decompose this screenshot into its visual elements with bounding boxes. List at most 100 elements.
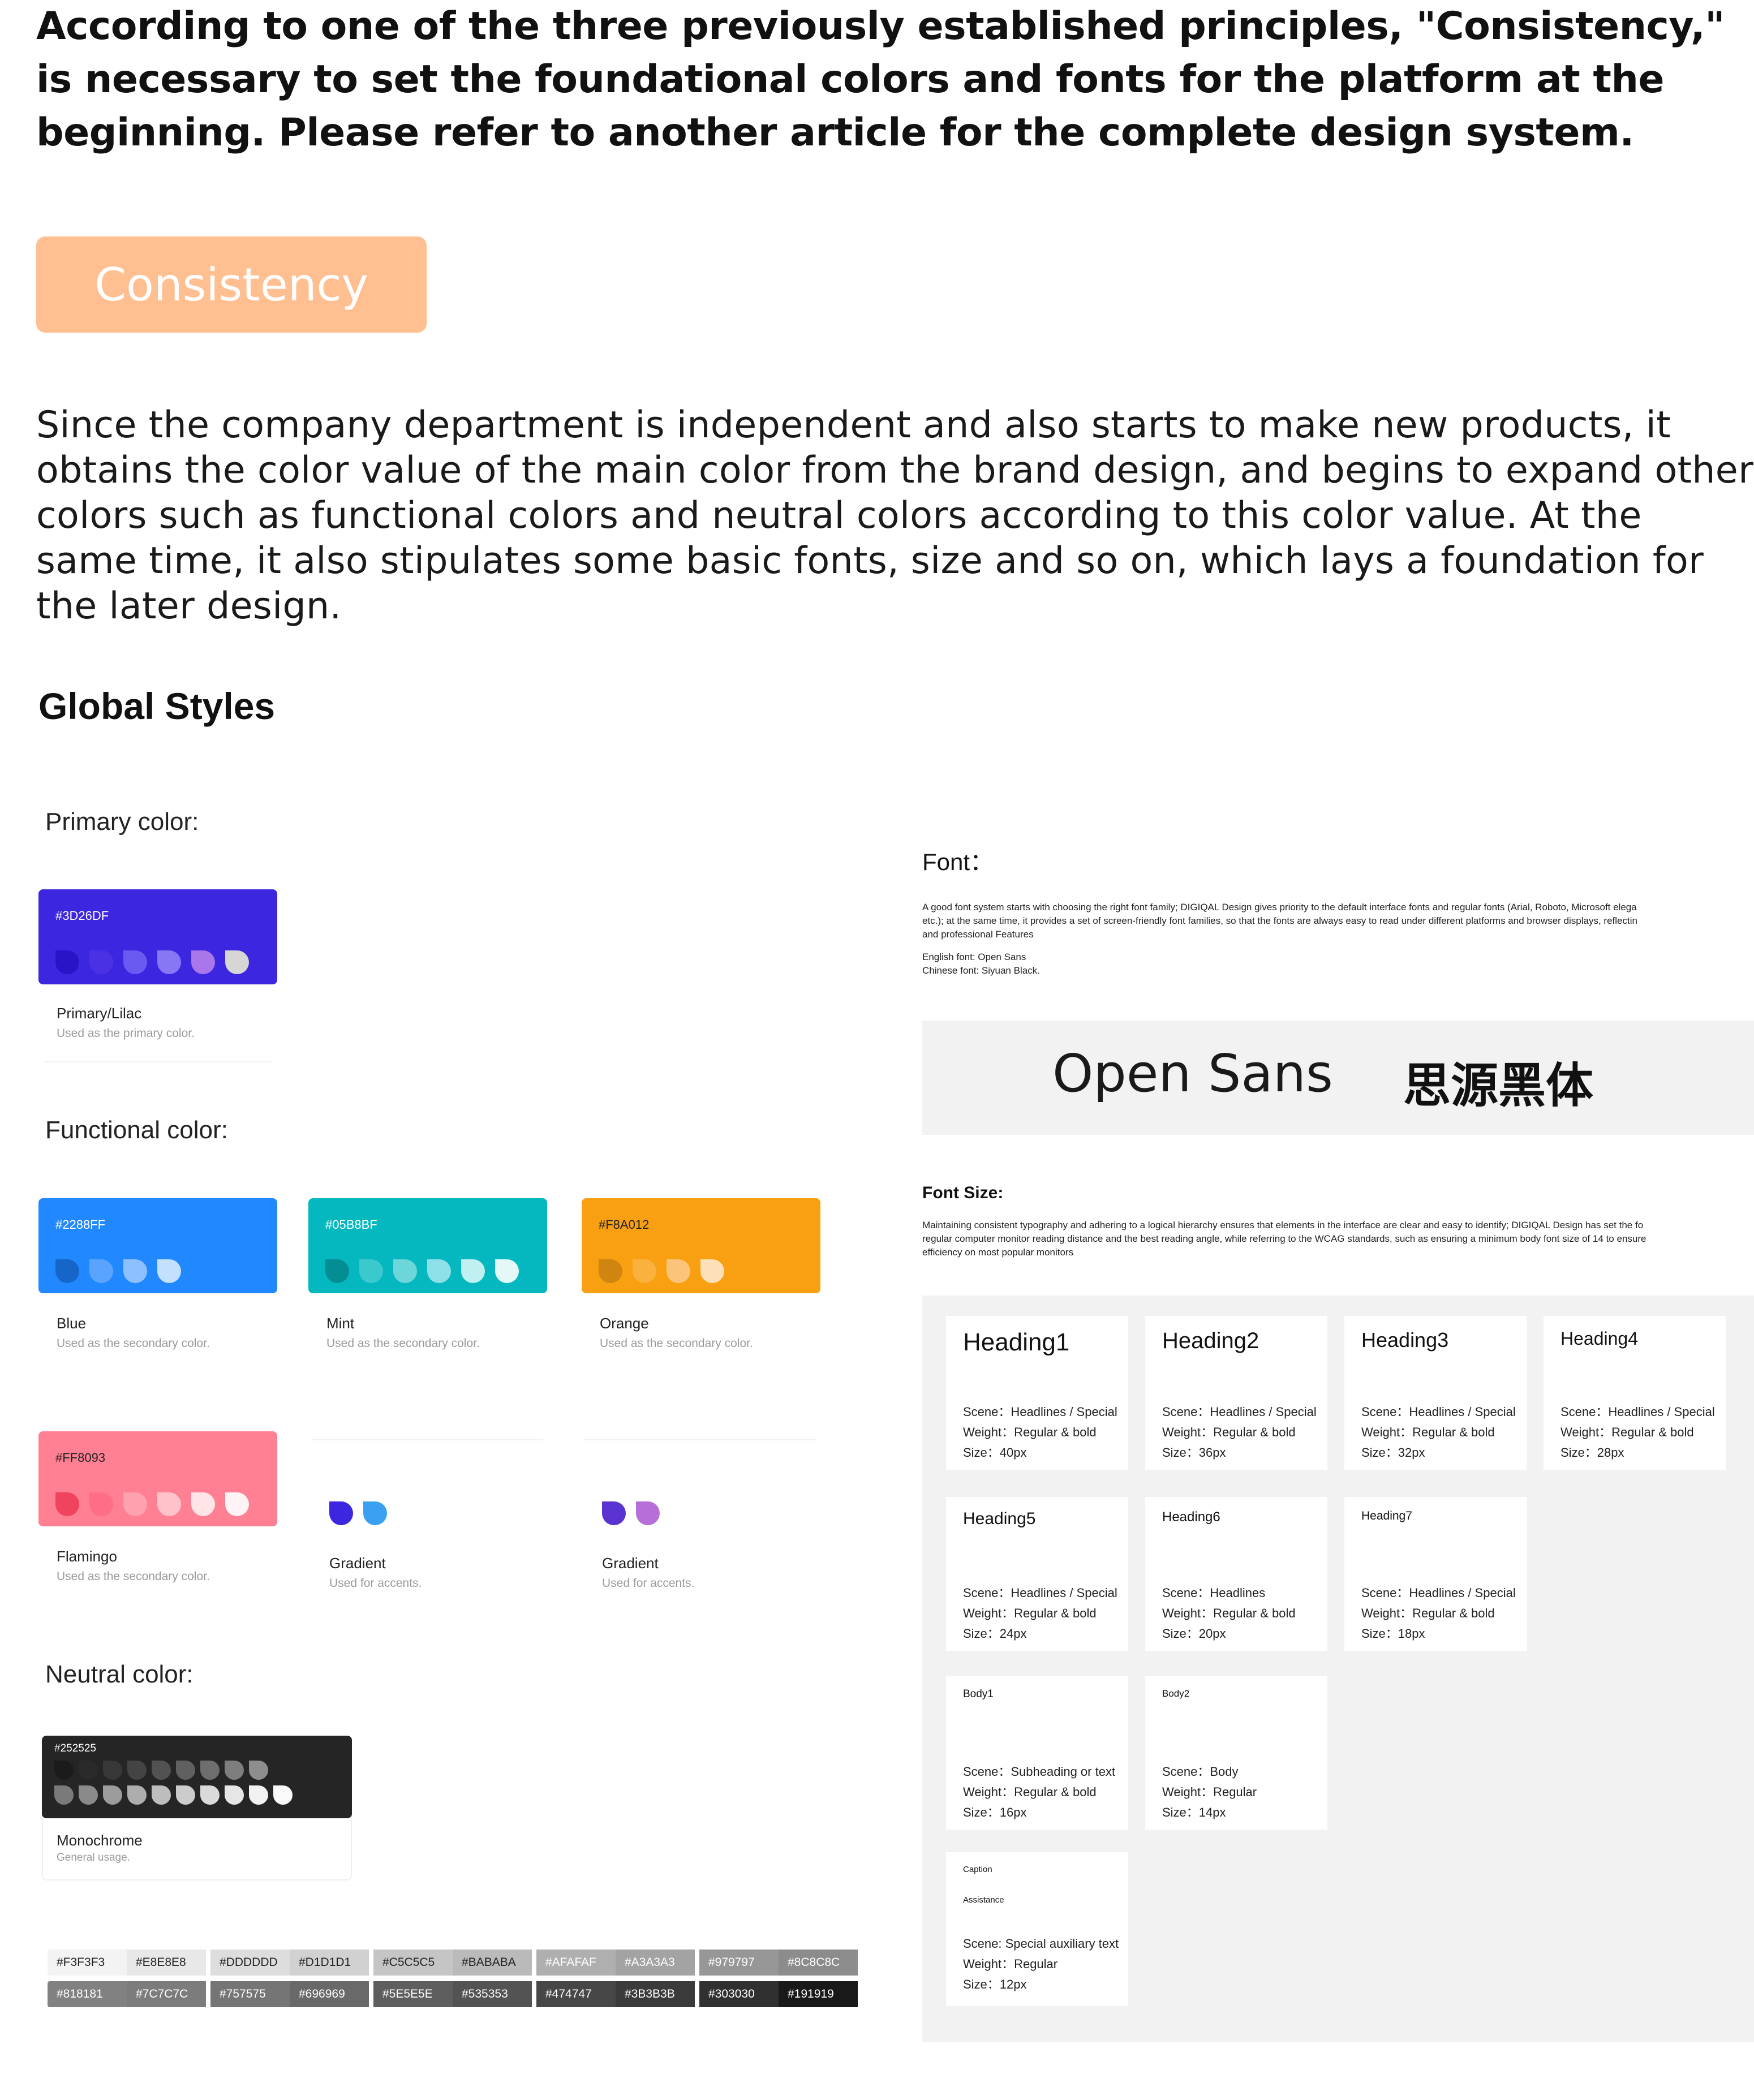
font-size-card-caption: Caption Assistance Scene: Special auxilia… — [946, 1852, 1128, 2006]
neutral-drop — [79, 1761, 98, 1780]
gradient-divider — [584, 1439, 816, 1440]
font-size-card-heading7: Heading7 Scene：Headlines / Special Weigh… — [1344, 1497, 1527, 1651]
font-size-weight: Weight：Regular & bold — [1560, 1425, 1694, 1439]
font-size-scene: Scene：Headlines — [1162, 1586, 1266, 1600]
font-size-weight: Weight：Regular & bold — [963, 1785, 1097, 1799]
functional-desc: Used as the secondary color. — [57, 1337, 210, 1350]
font-sample-chinese: 思源黑体 — [1403, 1058, 1594, 1113]
strip-swatch: #BABABA — [453, 1950, 532, 1976]
neutral-drop — [103, 1785, 122, 1805]
functional-swatch-flamingo: #FF8093 — [38, 1431, 277, 1526]
functional-hex: #F8A012 — [599, 1217, 650, 1232]
font-size-size: Size：28px — [1560, 1445, 1624, 1460]
color-drop — [123, 1259, 147, 1283]
functional-card-info: Flamingo Used as the secondary color. — [57, 1548, 210, 1583]
functional-name: Flamingo — [57, 1548, 117, 1565]
strip-swatch: #474747 — [536, 1981, 616, 2007]
primary-drop-2 — [89, 950, 113, 974]
functional-drops — [55, 1259, 181, 1283]
strip-swatch: #C5C5C5 — [373, 1950, 453, 1976]
font-size-card-meta: Scene：Headlines / Special Weight：Regular… — [1162, 1402, 1317, 1463]
primary-drop-4 — [157, 950, 181, 974]
functional-desc: Used as the secondary color. — [57, 1570, 210, 1583]
font-size-card-meta: Scene: Special auxiliary text Weight：Reg… — [963, 1934, 1119, 1995]
primary-card-info: Primary/Lilac Used as the primary color. — [57, 1005, 195, 1040]
font-size-size: Size：14px — [1162, 1805, 1226, 1819]
strip-swatch: #757575 — [210, 1981, 290, 2007]
color-drop — [700, 1259, 724, 1283]
font-size-description: Maintaining consistent typography and ad… — [922, 1219, 1754, 1259]
font-size-weight: Weight：Regular & bold — [1361, 1425, 1495, 1439]
font-size-size: Size：20px — [1162, 1626, 1226, 1641]
strip-swatch: #535353 — [453, 1981, 532, 2007]
intro-body-text: Since the company department is independ… — [36, 404, 1754, 627]
neutral-drop — [103, 1761, 122, 1780]
neutral-drop — [225, 1785, 244, 1805]
font-size-card-heading2: Heading2 Scene：Headlines / Special Weigh… — [1145, 1316, 1327, 1470]
font-size-panel: Heading1 Scene：Headlines / Special Weigh… — [922, 1296, 1754, 2042]
gradient-card-info: Gradient Used for accents. — [602, 1555, 694, 1590]
font-size-card-meta: Scene：Headlines / Special Weight：Regular… — [1560, 1402, 1715, 1463]
neutral-drop — [200, 1785, 220, 1805]
neutral-hex: #252525 — [54, 1742, 96, 1754]
neutral-desc: General usage. — [57, 1852, 130, 1864]
font-size-scene: Scene：Headlines / Special — [1162, 1405, 1317, 1419]
intro-lead-text: According to one of the three previously… — [36, 4, 1725, 155]
strip-swatch: #F3F3F3 — [48, 1950, 127, 1976]
neutral-drop — [54, 1761, 74, 1780]
neutral-strip: #F3F3F3 #E8E8E8 #DDDDDD #D1D1D1 #C5C5C5 #BABA… — [48, 1950, 858, 2008]
strip-swatch: #5E5E5E — [373, 1981, 453, 2007]
font-size-card-meta: Scene：Headlines / Special Weight：Regular… — [1361, 1402, 1516, 1463]
functional-desc: Used as the secondary color. — [326, 1337, 480, 1350]
font-size-size: Size：36px — [1162, 1445, 1226, 1460]
color-drop — [359, 1259, 383, 1283]
color-drop — [157, 1259, 181, 1283]
font-size-desc-line-1: Maintaining consistent typography and ad… — [922, 1220, 1644, 1230]
strip-swatch: #DDDDDD — [210, 1950, 290, 1976]
font-size-card-body1: Body1 Scene：Subheading or text Weight：Re… — [946, 1676, 1128, 1830]
strip-swatch: #696969 — [290, 1981, 369, 2007]
font-size-card-title: Caption — [963, 1865, 992, 1874]
font-size-scene: Scene: Special auxiliary text — [963, 1937, 1119, 1951]
neutral-drop — [152, 1761, 171, 1780]
color-drop — [461, 1259, 485, 1283]
font-size-size: Size：32px — [1361, 1445, 1425, 1460]
chinese-font-label: Chinese font: Siyuan Black. — [922, 965, 1040, 976]
color-drop — [667, 1259, 690, 1283]
font-size-card-meta: Scene：Headlines / Special Weight：Regular… — [1361, 1583, 1516, 1644]
font-size-desc-line-3: efficiency on most popular monitors — [922, 1247, 1074, 1258]
font-size-scene: Scene：Body — [1162, 1765, 1239, 1779]
font-size-card-heading5: Heading5 Scene：Headlines / Special Weigh… — [946, 1497, 1128, 1651]
font-sample-english: Open Sans — [1052, 1043, 1333, 1104]
font-size-weight: Weight：Regular & bold — [963, 1425, 1097, 1439]
strip-swatch: #8C8C8C — [779, 1950, 858, 1976]
strip-swatch: #E8E8E8 — [127, 1950, 206, 1976]
strip-swatch: #979797 — [699, 1950, 779, 1976]
font-title: Font： — [922, 849, 994, 875]
primary-swatch: #3D26DF — [38, 889, 277, 984]
color-drop — [599, 1259, 622, 1283]
global-styles-title: Global Styles — [38, 685, 276, 727]
color-drop — [325, 1259, 349, 1283]
color-drop — [123, 1492, 147, 1516]
color-drop — [329, 1501, 353, 1525]
functional-name: Orange — [600, 1315, 649, 1332]
functional-card-info: Blue Used as the secondary color. — [57, 1315, 210, 1350]
font-sample-panel: Open Sans 思源黑体 — [922, 1021, 1754, 1135]
font-size-card-title: Heading7 — [1361, 1509, 1412, 1522]
primary-name: Primary/Lilac — [57, 1005, 142, 1022]
neutral-drop — [176, 1785, 195, 1805]
neutral-drop — [249, 1785, 268, 1805]
functional-swatch-blue: #2288FF — [38, 1198, 277, 1293]
font-size-card-heading1: Heading1 Scene：Headlines / Special Weigh… — [946, 1316, 1128, 1470]
functional-swatch-mint: #05B8BF — [308, 1198, 547, 1293]
font-size-card-title: Heading5 — [963, 1509, 1036, 1528]
consistency-button[interactable]: Consistency — [36, 236, 427, 333]
font-size-card-subtitle: Assistance — [963, 1895, 1004, 1905]
font-size-size: Size：24px — [963, 1626, 1027, 1641]
gradient-drops — [329, 1501, 387, 1525]
neutral-drop — [152, 1785, 171, 1805]
font-desc-line-1: A good font system starts with choosing … — [922, 902, 1637, 913]
font-size-card-meta: Scene：Headlines / Special Weight：Regular… — [963, 1583, 1117, 1644]
functional-drops — [55, 1492, 249, 1516]
